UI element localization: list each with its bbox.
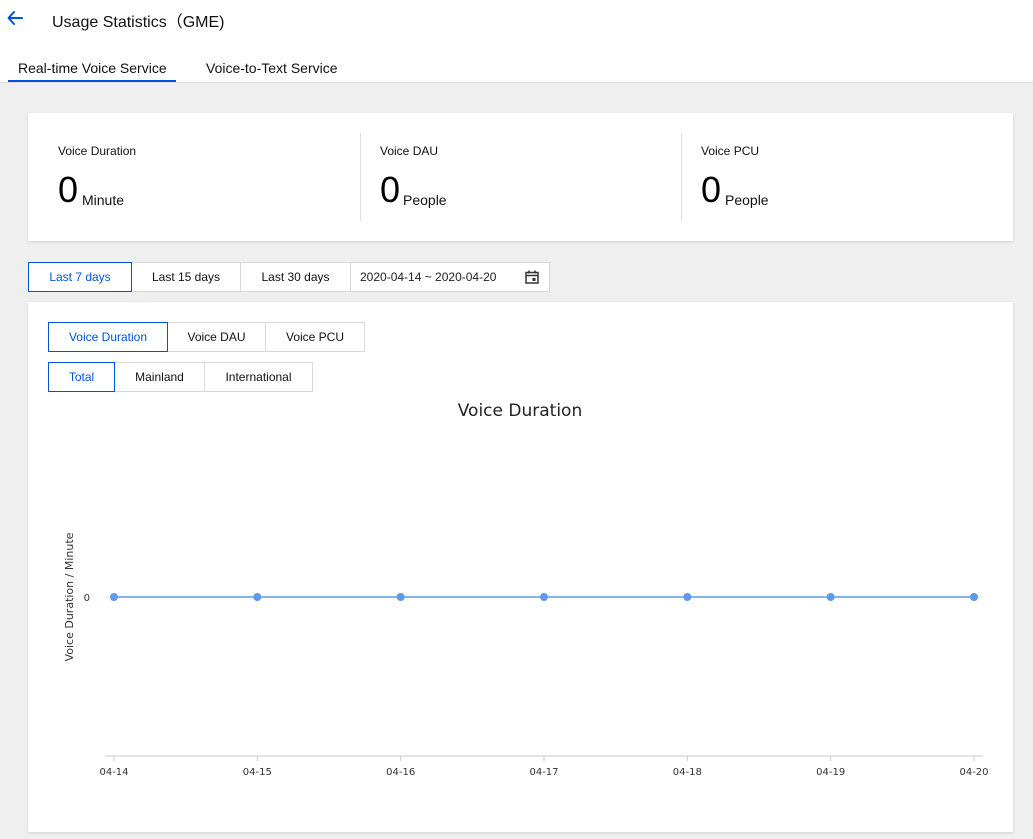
date-range-value: 2020-04-14 ~ 2020-04-20 — [360, 270, 497, 284]
stat-value: 0 — [380, 169, 401, 210]
tab-voice-to-text-service[interactable]: Voice-to-Text Service — [206, 60, 338, 76]
x-tick-label: 04-19 — [816, 767, 845, 778]
range-last-7-days-button[interactable]: Last 7 days — [28, 262, 132, 292]
back-arrow-icon[interactable] — [6, 8, 26, 28]
data-point — [826, 593, 835, 601]
chart-card: Voice Duration Voice DAU Voice PCU Total… — [28, 302, 1013, 832]
date-range-picker[interactable]: 2020-04-14 ~ 2020-04-20 — [350, 262, 550, 292]
stats-card: Voice Duration 0 Minute Voice DAU 0 Peop… — [28, 113, 1013, 241]
y-tick-label: 0 — [84, 593, 90, 604]
data-point — [683, 593, 692, 601]
stat-unit: People — [403, 192, 447, 208]
stat-value: 0 — [58, 169, 79, 210]
chart-title: Voice Duration — [458, 401, 582, 421]
tab-real-time-voice-service[interactable]: Real-time Voice Service — [18, 60, 167, 76]
x-tick-label: 04-16 — [386, 767, 415, 778]
page-title: Usage Statistics（GME) — [52, 14, 225, 31]
active-tab-indicator — [8, 80, 176, 82]
x-tick-label: 04-20 — [959, 767, 988, 778]
stat-label: Voice PCU — [701, 144, 760, 158]
x-tick-label: 04-15 — [243, 767, 272, 778]
stat-label: Voice DAU — [380, 144, 439, 158]
stat-value: 0 — [701, 169, 722, 210]
range-last-15-days-button[interactable]: Last 15 days — [131, 262, 241, 292]
stat-label: Voice Duration — [58, 144, 137, 158]
data-point — [970, 593, 978, 601]
stat-unit: Minute — [82, 192, 125, 208]
stat-unit: People — [725, 192, 769, 208]
x-tick-label: 04-18 — [673, 767, 702, 778]
x-tick-label: 04-14 — [99, 767, 128, 778]
header: Usage Statistics（GME) Real-time Voice Se… — [0, 0, 1033, 83]
stat-divider — [681, 133, 682, 221]
region-tab-total[interactable]: Total — [48, 362, 115, 392]
y-axis-label: Voice Duration / Minute — [63, 532, 76, 661]
metric-tab-voice-duration[interactable]: Voice Duration — [48, 322, 168, 352]
stat-divider — [360, 133, 361, 221]
line-chart: Voice Duration Voice Duration / Minute 0… — [63, 401, 989, 778]
range-last-30-days-button[interactable]: Last 30 days — [240, 262, 351, 292]
calendar-icon[interactable] — [525, 270, 539, 284]
data-point — [253, 593, 262, 601]
x-tick-label: 04-17 — [529, 767, 558, 778]
data-point — [110, 593, 118, 601]
data-point — [396, 593, 405, 601]
data-point — [540, 593, 548, 601]
